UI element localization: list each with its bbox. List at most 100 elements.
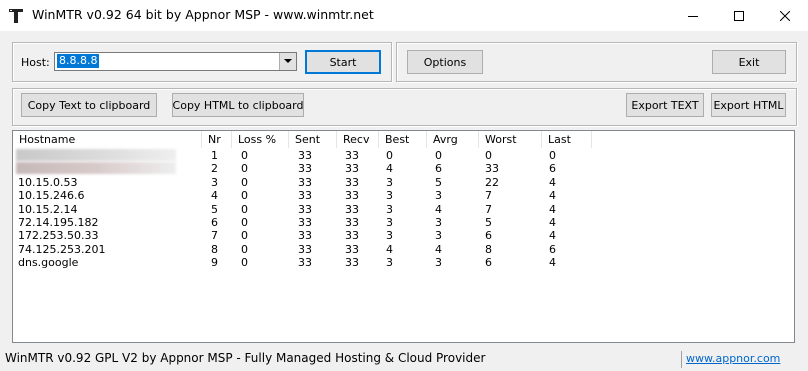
list-header: Hostname Nr Loss % Sent Recv Best Avrg W…	[13, 131, 794, 148]
cell-loss: 0	[241, 189, 248, 203]
table-row[interactable]: 10.15.0.53 3 0 33 33 3 5 22 4	[13, 176, 794, 189]
cell-avrg: 0	[435, 149, 442, 162]
cell-recv: 33	[345, 229, 359, 243]
table-row[interactable]: 2 0 33 33 4 6 33 6	[13, 162, 794, 175]
cell-avrg: 3	[435, 216, 442, 229]
table-row[interactable]: 10.15.2.14 5 0 33 33 3 4 7 4	[13, 203, 794, 216]
cell-best: 0	[386, 149, 393, 162]
table-row[interactable]: 1 0 33 33 0 0 0 0	[13, 149, 794, 162]
copy-html-button[interactable]: Copy HTML to clipboard	[172, 93, 304, 117]
options-button[interactable]: Options	[407, 50, 483, 74]
cell-best: 3	[386, 256, 393, 270]
cell-last: 4	[549, 229, 556, 243]
table-row[interactable]: 10.15.246.6 4 0 33 33 3 3 7 4	[13, 189, 794, 202]
cell-last: 0	[549, 149, 556, 162]
cell-best: 3	[386, 216, 393, 229]
minimize-icon	[688, 15, 698, 17]
cell-best: 3	[386, 229, 393, 243]
cell-sent: 33	[298, 216, 312, 229]
cell-sent: 33	[298, 162, 312, 176]
cell-loss: 0	[241, 162, 248, 176]
cell-last: 6	[549, 162, 556, 176]
export-html-button[interactable]: Export HTML	[711, 93, 786, 117]
table-row[interactable]: 72.14.195.182 6 0 33 33 3 3 5 4	[13, 216, 794, 229]
table-row[interactable]: 74.125.253.201 8 0 33 33 4 4 8 6	[13, 243, 794, 256]
cell-avrg: 3	[435, 256, 442, 270]
cell-hostname: 10.15.2.14	[18, 202, 78, 216]
cell-avrg: 6	[435, 162, 442, 176]
cell-sent: 33	[298, 189, 312, 203]
cell-best: 4	[386, 242, 393, 256]
cell-loss: 0	[241, 202, 248, 216]
exit-button[interactable]: Exit	[712, 50, 786, 74]
results-list[interactable]: Hostname Nr Loss % Sent Recv Best Avrg W…	[12, 130, 795, 343]
cell-sent: 33	[298, 242, 312, 256]
status-bar: WinMTR v0.92 GPL V2 by Appnor MSP - Full…	[0, 348, 808, 371]
cell-sent: 33	[298, 256, 312, 270]
column-header-loss[interactable]: Loss %	[232, 131, 289, 148]
cell-avrg: 5	[435, 175, 442, 189]
chevron-down-icon	[284, 59, 292, 63]
start-button[interactable]: Start	[305, 50, 381, 74]
host-value[interactable]: 8.8.8.8	[57, 54, 100, 68]
cell-avrg: 4	[435, 202, 442, 216]
cell-nr: 2	[211, 162, 218, 176]
column-header-recv[interactable]: Recv	[337, 131, 379, 148]
cell-loss: 0	[241, 216, 248, 229]
minimize-button[interactable]	[670, 0, 716, 31]
cell-best: 3	[386, 189, 393, 203]
export-text-button[interactable]: Export TEXT	[626, 93, 704, 117]
cell-last: 6	[549, 242, 556, 256]
cell-worst: 22	[485, 175, 499, 189]
cell-nr: 1	[211, 149, 218, 162]
column-header-sent[interactable]: Sent	[289, 131, 337, 148]
cell-nr: 7	[211, 229, 218, 243]
column-header-worst[interactable]: Worst	[479, 131, 542, 148]
copy-text-button[interactable]: Copy Text to clipboard	[21, 93, 157, 117]
cell-nr: 5	[211, 202, 218, 216]
cell-worst: 7	[485, 189, 492, 203]
column-header-last[interactable]: Last	[542, 131, 592, 148]
appnor-link[interactable]: www.appnor.com	[686, 352, 780, 365]
dropdown-button[interactable]	[279, 53, 296, 70]
column-header-avrg[interactable]: Avrg	[427, 131, 479, 148]
cell-worst: 7	[485, 202, 492, 216]
table-row[interactable]: 172.253.50.33 7 0 33 33 3 3 6 4	[13, 229, 794, 242]
cell-hostname: dns.google	[18, 256, 79, 270]
cell-avrg: 3	[435, 189, 442, 203]
cell-last: 4	[549, 202, 556, 216]
maximize-button[interactable]	[716, 0, 762, 31]
window-title: WinMTR v0.92 64 bit by Appnor MSP - www.…	[32, 7, 374, 22]
table-row[interactable]: dns.google 9 0 33 33 3 3 6 4	[13, 256, 794, 269]
status-text: WinMTR v0.92 GPL V2 by Appnor MSP - Full…	[5, 351, 486, 365]
cell-recv: 33	[345, 202, 359, 216]
cell-nr: 8	[211, 242, 218, 256]
cell-avrg: 3	[435, 229, 442, 243]
title-bar: WinMTR v0.92 64 bit by Appnor MSP - www.…	[0, 0, 808, 31]
winmtr-app-icon	[8, 8, 24, 24]
column-header-hostname[interactable]: Hostname	[13, 131, 202, 148]
cell-worst: 6	[485, 256, 492, 270]
cell-best: 4	[386, 162, 393, 176]
close-icon	[780, 10, 790, 21]
column-header-best[interactable]: Best	[379, 131, 427, 148]
cell-worst: 5	[485, 216, 492, 229]
cell-recv: 33	[345, 189, 359, 203]
cell-avrg: 4	[435, 242, 442, 256]
cell-last: 4	[549, 175, 556, 189]
host-combobox[interactable]: 8.8.8.8	[54, 52, 297, 71]
cell-nr: 9	[211, 256, 218, 270]
cell-last: 4	[549, 216, 556, 229]
cell-nr: 6	[211, 216, 218, 229]
cell-recv: 33	[345, 162, 359, 176]
close-button[interactable]	[762, 0, 808, 31]
column-header-nr[interactable]: Nr	[202, 131, 232, 148]
cell-loss: 0	[241, 242, 248, 256]
cell-worst: 0	[485, 149, 492, 162]
cell-best: 3	[386, 202, 393, 216]
cell-worst: 8	[485, 242, 492, 256]
cell-recv: 33	[345, 216, 359, 229]
cell-nr: 4	[211, 189, 218, 203]
cell-sent: 33	[298, 202, 312, 216]
cell-loss: 0	[241, 229, 248, 243]
